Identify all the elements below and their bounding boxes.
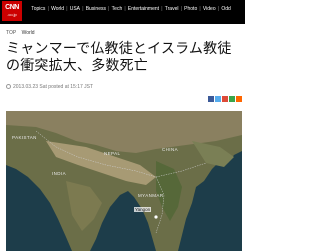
nav-item-tech[interactable]: Tech: [109, 6, 124, 12]
map-label-yangon: Yangon: [134, 207, 152, 212]
mail-share-icon[interactable]: [236, 96, 242, 102]
map-graphic: [6, 111, 242, 251]
line-share-icon[interactable]: [229, 96, 235, 102]
article-map-image: PAKISTAN NEPAL CHINA INDIA MYANMAR Yango…: [6, 111, 242, 251]
nav-item-video[interactable]: Video: [201, 6, 218, 12]
breadcrumb-top[interactable]: TOP: [6, 30, 16, 36]
nav-item-world[interactable]: World: [49, 6, 66, 12]
nav-item-usa[interactable]: USA: [68, 6, 83, 12]
nav-item-topics[interactable]: Topics: [29, 6, 48, 12]
twitter-share-icon[interactable]: [215, 96, 221, 102]
main-nav: Topics | World | USA | Business | Tech | Ente…: [29, 6, 233, 12]
logo-subtext: .co.jp: [7, 12, 17, 17]
nav-item-photo[interactable]: Photo: [182, 6, 199, 12]
nav-item-odd[interactable]: Odd: [219, 6, 233, 12]
facebook-share-icon[interactable]: [208, 96, 214, 102]
map-label-pakistan: PAKISTAN: [12, 135, 37, 140]
cnn-logo[interactable]: CNN .co.jp: [2, 1, 22, 21]
map-label-myanmar: MYANMAR: [138, 193, 164, 198]
article-dateline: 2013.03.23 Sat posted at 15:17 JST: [6, 84, 93, 90]
nav-item-business[interactable]: Business: [84, 6, 109, 12]
nav-item-travel[interactable]: Travel: [163, 6, 181, 12]
article-headline: ミャンマーで仏教徒とイスラム教徒の衝突拡大、多数死亡: [6, 41, 232, 74]
clock-icon: [6, 84, 11, 89]
logo-text: CNN: [5, 4, 19, 11]
breadcrumb: TOP World: [6, 30, 39, 36]
dateline-text: 2013.03.23 Sat posted at 15:17 JST: [13, 84, 94, 90]
top-bar: CNN .co.jp Topics | World | USA | Business |…: [0, 0, 245, 24]
breadcrumb-world[interactable]: World: [22, 30, 35, 36]
share-buttons: [208, 96, 242, 102]
nav-item-entertainment[interactable]: Entertainment: [126, 6, 162, 12]
google-plus-share-icon[interactable]: [222, 96, 228, 102]
map-label-india: INDIA: [52, 171, 67, 176]
map-label-nepal: NEPAL: [104, 151, 121, 156]
map-label-china: CHINA: [162, 147, 179, 152]
